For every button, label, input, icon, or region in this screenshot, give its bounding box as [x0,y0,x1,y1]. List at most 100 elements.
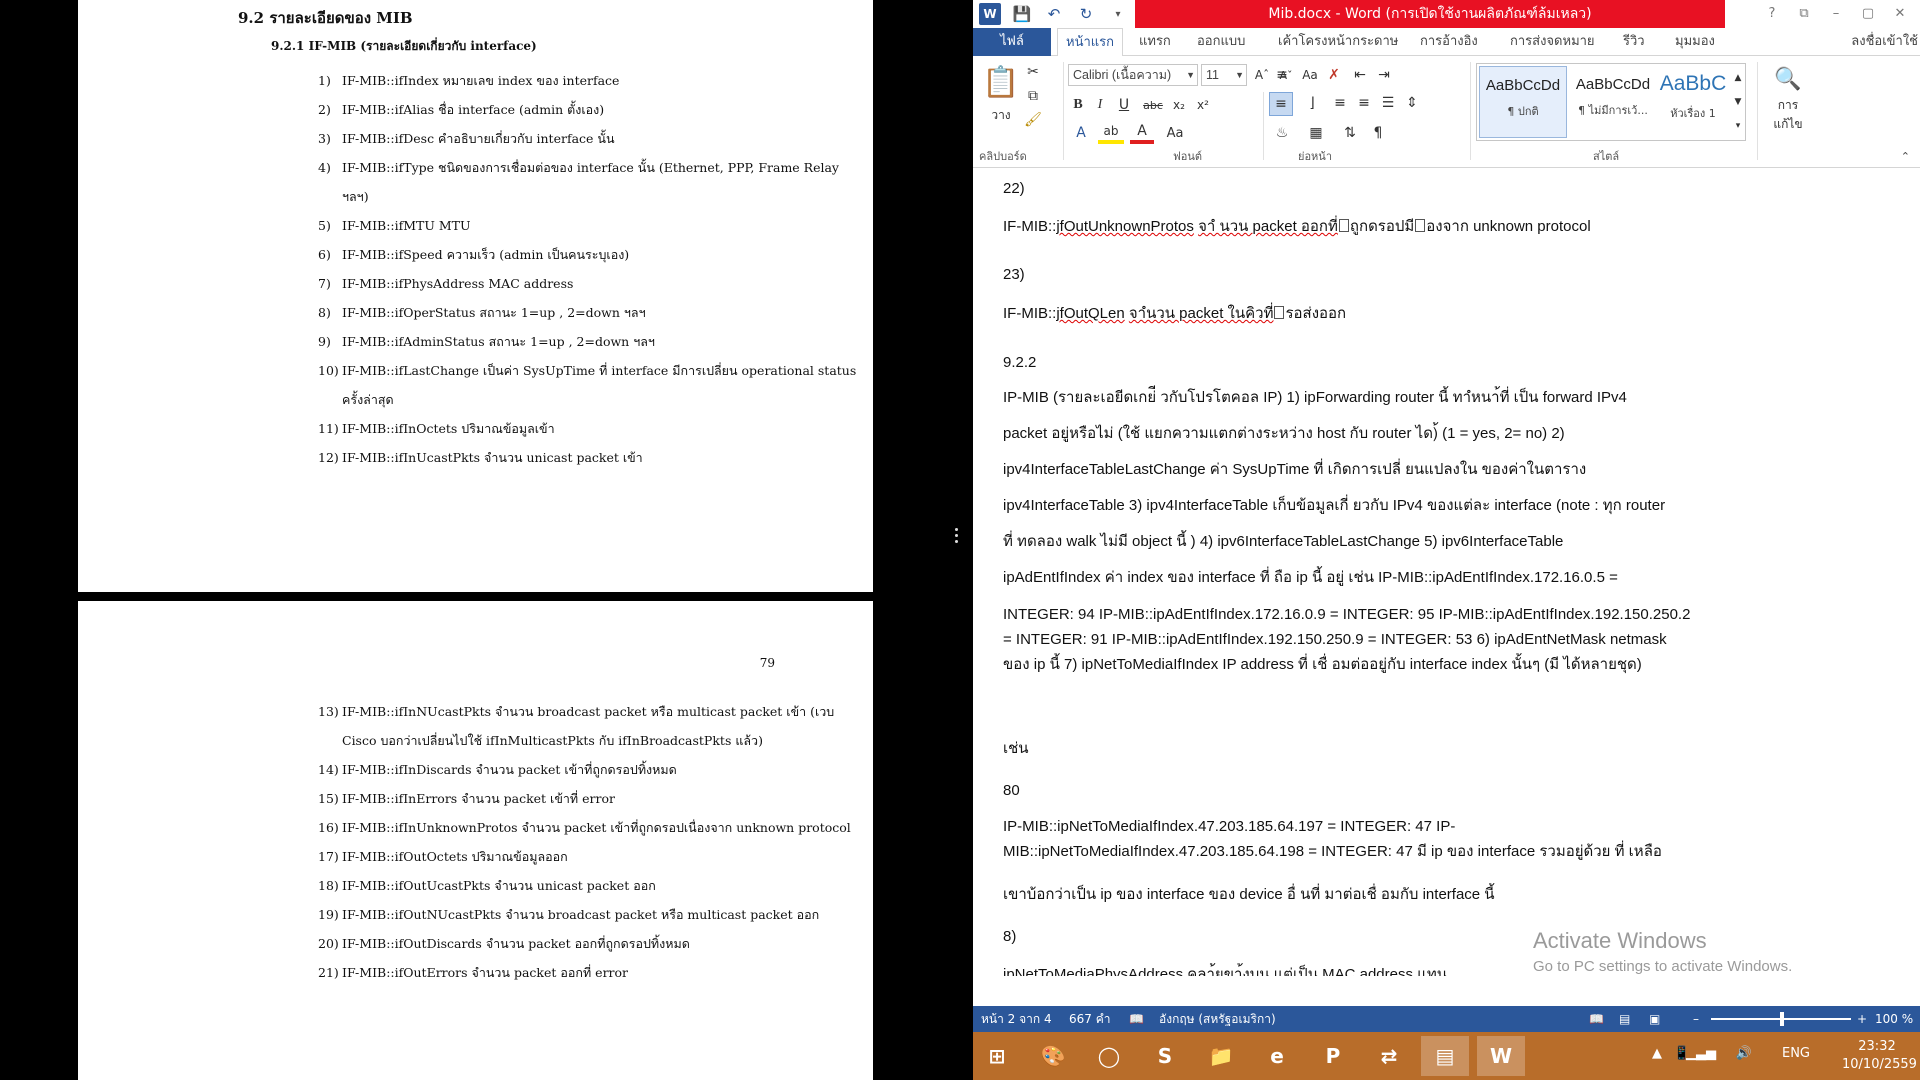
proofing-icon[interactable]: 📖 [1129,1006,1144,1032]
highlight-icon[interactable]: ab [1098,122,1124,144]
split-handle[interactable] [953,525,959,555]
subscript-icon[interactable]: x₂ [1168,94,1190,116]
zoom-out-icon[interactable]: – [1693,1006,1699,1032]
customize-qat-icon[interactable]: ▾ [1107,3,1129,25]
tab-review[interactable]: รีวิว [1623,28,1645,56]
start-windows-icon[interactable]: ⊞ [973,1036,1021,1076]
editing-button[interactable]: การ แก้ไข [1763,98,1813,132]
tab-view[interactable]: มุมมอง [1675,28,1715,56]
change-case-icon[interactable]: Aa [1299,64,1321,86]
tab-home[interactable]: หน้าแรก [1057,28,1123,57]
format-painter-icon[interactable]: 🖌 [1023,110,1043,130]
bullets-icon[interactable]: ≡ [1269,64,1295,86]
paste-button[interactable]: วาง [981,106,1021,124]
scroll-down-icon[interactable]: ▼ [1731,90,1745,114]
minimize-button[interactable]: – [1820,0,1852,28]
item-text: IF-MIB::ifOutUcastPkts จำนวน unicast pac… [342,878,656,893]
bold-icon[interactable]: B [1068,94,1088,116]
vertical-scrollbar[interactable] [1903,168,1920,976]
paste-icon[interactable]: 📋 [981,60,1021,104]
increase-indent-icon[interactable]: ⇥ [1373,64,1395,86]
input-language[interactable]: ENG [1782,1046,1810,1061]
show-hidden-icons-icon[interactable]: ▲ [1652,1046,1662,1061]
scroll-up-icon[interactable]: ▲ [1731,66,1745,90]
save-icon[interactable]: 💾 [1011,3,1033,25]
word-count[interactable]: 667 คำ [1069,1006,1110,1032]
redo-icon[interactable]: ↻ [1075,3,1097,25]
decrease-indent-icon[interactable]: ⇤ [1349,64,1371,86]
style-name: ¶ ปกติ [1507,105,1539,118]
zoom-slider-thumb[interactable] [1780,1012,1784,1026]
text-effects-icon[interactable]: A [1068,122,1094,144]
sign-in-link[interactable]: ลงชื่อเข้าใช้ [1851,28,1918,56]
doc-text: jfOutQLen [1056,305,1125,322]
justify-icon[interactable]: ☰ [1377,92,1399,114]
print-layout-icon[interactable]: ▤ [1619,1006,1630,1032]
clear-formatting-icon[interactable]: ✗ [1323,64,1345,86]
volume-icon[interactable]: 🔊 [1736,1046,1752,1061]
show-marks-icon[interactable]: ¶ [1367,122,1389,144]
borders-icon[interactable]: ▦ [1303,122,1329,144]
zoom-in-icon[interactable]: + [1857,1006,1867,1032]
tab-layout[interactable]: เค้าโครงหน้ากระดาษ [1278,28,1398,56]
style-normal[interactable]: AaBbCcDd ¶ ปกติ [1479,66,1567,138]
doc-line: IP-MIB (รายละเอยีดเกย่ี วกับโปรโตคอล IP)… [1003,389,1627,406]
ribbon-display-button[interactable]: ⧉ [1788,0,1820,28]
align-right-icon[interactable]: ≡ [1353,92,1375,114]
align-center-icon[interactable]: ≡ [1329,92,1351,114]
underline-icon[interactable]: U [1112,94,1136,116]
pdf-page-2: 79 13) IF-MIB::ifInNUcastPkts จำนวน broad… [78,601,873,1080]
char-case-icon[interactable]: Aa [1160,122,1190,144]
list-item: 1) IF-MIB::ifIndex หมายเลข index ของ inte… [318,66,858,95]
numbering-icon[interactable]: ⌋ [1299,92,1325,114]
undo-icon[interactable]: ↶ [1043,3,1065,25]
cut-icon[interactable]: ✂ [1023,62,1043,82]
maximize-button[interactable]: ▢ [1852,0,1884,28]
more-styles-icon[interactable]: ▾ [1731,114,1745,138]
internet-explorer-icon[interactable]: e [1253,1036,1301,1076]
powerpoint-icon[interactable]: P [1309,1036,1357,1076]
document-area[interactable]: 22) IF-MIB::jfOutUnknownProtos จาํ นวน p… [973,168,1920,976]
paint-icon[interactable]: 🎨 [1029,1036,1077,1076]
font-color-icon[interactable]: A [1130,122,1154,144]
style-heading-1[interactable]: AaBbC หัวเรื่อง 1 [1657,66,1729,138]
font-size-combo[interactable]: 11 ▼ [1201,64,1247,86]
file-explorer-icon[interactable]: 📁 [1197,1036,1245,1076]
teamviewer-icon[interactable]: ⇄ [1365,1036,1413,1076]
word-logo-icon[interactable]: W [979,3,1001,25]
list-item: 7) IF-MIB::ifPhysAddress MAC address [318,269,858,298]
paragraph-group-label: ย่อหน้า [1298,150,1332,163]
binoculars-icon[interactable]: 🔍 [1769,62,1807,96]
sublime-icon[interactable]: S [1141,1036,1189,1076]
pdf-reader-icon[interactable]: ▤ [1421,1036,1469,1076]
copy-icon[interactable]: ⧉ [1023,86,1043,106]
chevron-down-icon: ▼ [1235,70,1244,80]
tab-references[interactable]: การอ้างอิง [1420,28,1478,56]
chrome-icon[interactable]: ◯ [1085,1036,1133,1076]
strikethrough-icon[interactable]: abc [1140,94,1166,116]
language-indicator[interactable]: อังกฤษ (สหรัฐอเมริกา) [1159,1006,1276,1032]
tab-file[interactable]: ไฟล์ [973,28,1051,56]
help-button[interactable]: ? [1756,0,1788,28]
signal-icon[interactable]: ▁▃▅ [1686,1046,1716,1061]
read-mode-icon[interactable]: 📖 [1589,1006,1604,1032]
sort-icon[interactable]: ⇅ [1339,122,1361,144]
superscript-icon[interactable]: x² [1192,94,1214,116]
page-indicator[interactable]: หน้า 2 จาก 4 [981,1006,1052,1032]
italic-icon[interactable]: I [1090,94,1110,116]
style-no-spacing[interactable]: AaBbCcDd ¶ ไม่มีการเว้... [1569,66,1657,138]
word-taskbar-icon[interactable]: W [1477,1036,1525,1076]
align-left-icon[interactable]: ≡ [1269,92,1293,116]
shading-icon[interactable]: ♨ [1269,122,1295,144]
web-layout-icon[interactable]: ▣ [1649,1006,1660,1032]
tab-design[interactable]: ออกแบบ [1197,28,1245,56]
item-number: 19) [318,907,339,922]
tab-mailings[interactable]: การส่งจดหมาย [1510,28,1595,56]
collapse-ribbon-icon[interactable]: ⌃ [1901,150,1910,163]
clock[interactable]: 23:32 10/10/2559 [1842,1038,1917,1074]
font-name-combo[interactable]: Calibri (เนื้อความ) ▼ [1068,64,1198,86]
tab-insert[interactable]: แทรก [1139,28,1171,56]
close-button[interactable]: ✕ [1884,0,1916,28]
zoom-level[interactable]: 100 % [1875,1006,1913,1032]
line-spacing-icon[interactable]: ⇕ [1401,92,1423,114]
